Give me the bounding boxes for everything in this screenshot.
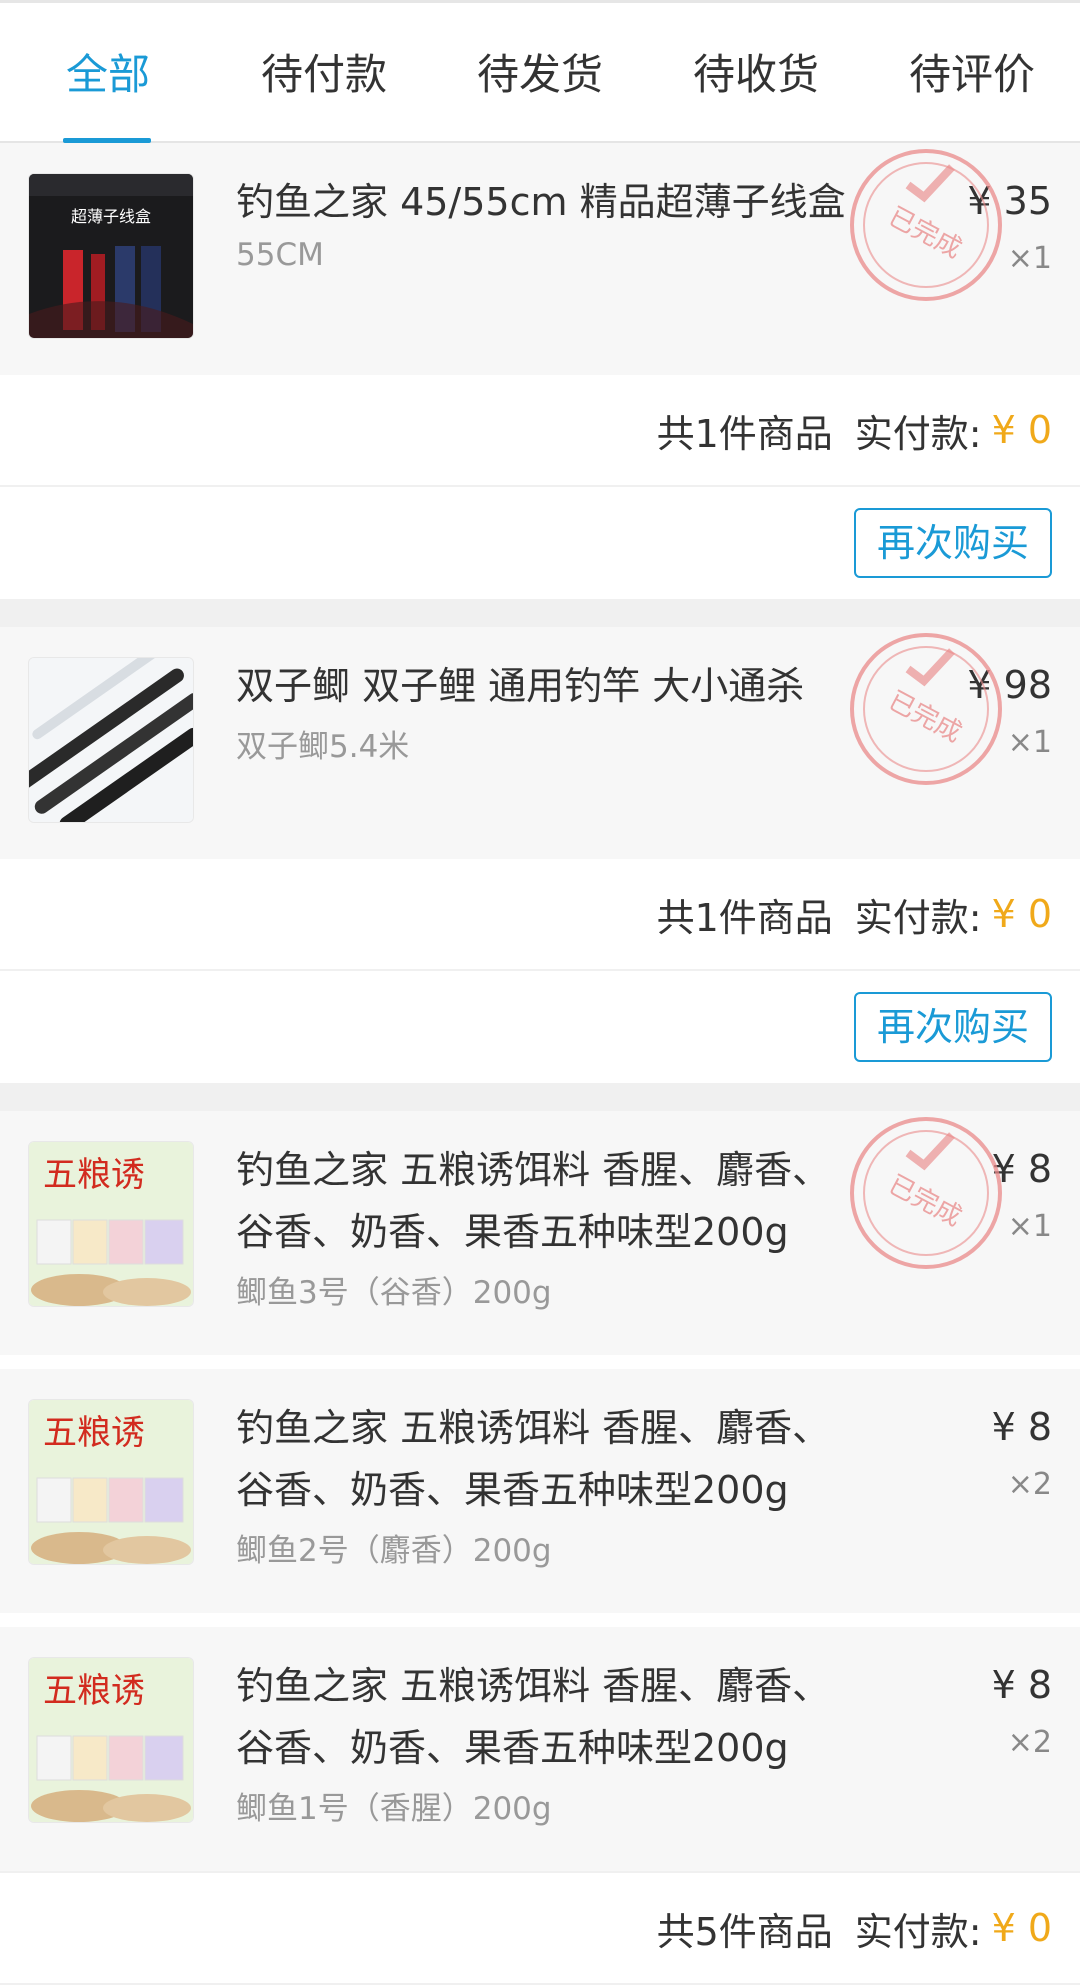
product-title: 钓鱼之家 五粮诱饵料 香腥、麝香、谷香、奶香、果香五种味型200g	[236, 1406, 831, 1512]
order-item[interactable]: 双子鲫 双子鲤 通用钓竿 大小通杀 双子鲫5.4米 ¥ 98 ×1 已完成	[0, 627, 1080, 859]
paid-amount: ¥ 0	[991, 892, 1052, 936]
item-count: 共5件商品	[656, 1909, 833, 1954]
buy-again-button[interactable]: 再次购买	[854, 508, 1052, 578]
order-card[interactable]: 五粮诱 钓鱼之家 五粮诱饵料 香腥、麝香、谷香、奶香、果香五种味型200g 鲫鱼…	[0, 1111, 1080, 1985]
paid-amount: ¥ 0	[991, 1906, 1052, 1950]
product-title: 钓鱼之家 五粮诱饵料 香腥、麝香、谷香、奶香、果香五种味型200g	[236, 1664, 831, 1770]
tab-pending-payment[interactable]: 待付款	[216, 3, 432, 141]
product-spec: 双子鲫5.4米	[236, 729, 410, 765]
product-quantity: ×2	[1007, 1725, 1052, 1760]
tab-pending-receipt[interactable]: 待收货	[648, 3, 864, 141]
tab-pending-review[interactable]: 待评价	[864, 3, 1080, 141]
product-price: ¥ 8	[991, 1405, 1052, 1449]
item-divider	[0, 1613, 1080, 1627]
order-summary: 共1件商品 实付款: ¥ 0	[0, 859, 1080, 971]
product-quantity: ×1	[1007, 241, 1052, 276]
order-divider	[0, 1083, 1080, 1111]
product-spec: 鲫鱼3号（谷香）200g	[236, 1275, 552, 1311]
item-divider	[0, 1355, 1080, 1369]
product-image: 超薄子线盒	[28, 173, 194, 339]
product-image: 五粮诱	[28, 1141, 194, 1307]
order-actions: 再次购买	[0, 487, 1080, 599]
product-spec: 鲫鱼2号（麝香）200g	[236, 1533, 552, 1569]
order-card[interactable]: 双子鲫 双子鲤 通用钓竿 大小通杀 双子鲫5.4米 ¥ 98 ×1 已完成 共1…	[0, 627, 1080, 1083]
paid-label: 实付款:	[854, 411, 982, 456]
product-title: 钓鱼之家 五粮诱饵料 香腥、麝香、谷香、奶香、果香五种味型200g	[236, 1148, 831, 1254]
thumb-caption: 超薄子线盒	[71, 207, 151, 226]
order-card[interactable]: 超薄子线盒 钓鱼之家 45/55cm 精品超薄子线盒 55CM ¥ 35 ×1 …	[0, 143, 1080, 599]
product-image	[28, 657, 194, 823]
paid-amount: ¥ 0	[991, 408, 1052, 452]
product-price: ¥ 35	[967, 179, 1052, 223]
tab-all[interactable]: 全部	[0, 3, 216, 143]
buy-again-button[interactable]: 再次购买	[854, 992, 1052, 1062]
order-item[interactable]: 超薄子线盒 钓鱼之家 45/55cm 精品超薄子线盒 55CM ¥ 35 ×1 …	[0, 143, 1080, 375]
order-actions: 再次购买	[0, 971, 1080, 1083]
item-count: 共1件商品	[656, 895, 833, 940]
product-image: 五粮诱	[28, 1657, 194, 1823]
order-summary: 共5件商品 实付款: ¥ 0	[0, 1871, 1080, 1985]
product-quantity: ×1	[1007, 1209, 1052, 1244]
product-image: 五粮诱	[28, 1399, 194, 1565]
product-title: 钓鱼之家 45/55cm 精品超薄子线盒	[236, 180, 846, 224]
thumb-caption: 五粮诱	[43, 1155, 145, 1195]
order-item[interactable]: 五粮诱 钓鱼之家 五粮诱饵料 香腥、麝香、谷香、奶香、果香五种味型200g 鲫鱼…	[0, 1111, 1080, 1355]
product-price: ¥ 8	[991, 1147, 1052, 1191]
product-quantity: ×2	[1007, 1467, 1052, 1502]
thumb-caption: 五粮诱	[43, 1671, 145, 1711]
order-summary: 共1件商品 实付款: ¥ 0	[0, 375, 1080, 487]
product-price: ¥ 8	[991, 1663, 1052, 1707]
order-status-tabs: 全部 待付款 待发货 待收货 待评价	[0, 3, 1080, 143]
item-count: 共1件商品	[656, 411, 833, 456]
thumb-caption: 五粮诱	[43, 1413, 145, 1453]
product-title: 双子鲫 双子鲤 通用钓竿 大小通杀	[236, 664, 805, 708]
order-item[interactable]: 五粮诱 钓鱼之家 五粮诱饵料 香腥、麝香、谷香、奶香、果香五种味型200g 鲫鱼…	[0, 1627, 1080, 1871]
product-spec: 鲫鱼1号（香腥）200g	[236, 1791, 552, 1827]
paid-label: 实付款:	[854, 895, 982, 940]
product-spec: 55CM	[236, 237, 324, 273]
product-quantity: ×1	[1007, 725, 1052, 760]
product-price: ¥ 98	[967, 663, 1052, 707]
tab-pending-shipment[interactable]: 待发货	[432, 3, 648, 141]
order-divider	[0, 599, 1080, 627]
paid-label: 实付款:	[854, 1909, 982, 1954]
order-item[interactable]: 五粮诱 钓鱼之家 五粮诱饵料 香腥、麝香、谷香、奶香、果香五种味型200g 鲫鱼…	[0, 1369, 1080, 1613]
